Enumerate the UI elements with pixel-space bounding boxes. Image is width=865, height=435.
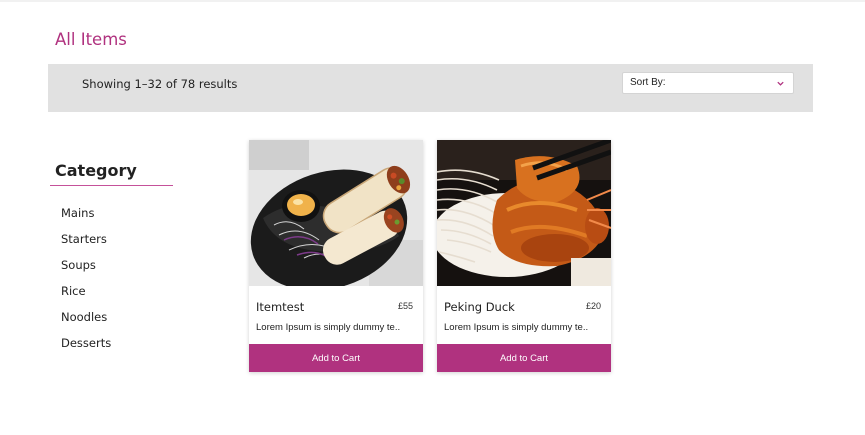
page-title: All Items (55, 30, 127, 49)
product-description: Lorem Ipsum is simply dummy te.. (256, 322, 401, 333)
category-list: Mains Starters Soups Rice Noodles Desser… (61, 205, 111, 361)
product-image-peking-duck[interactable] (437, 140, 611, 286)
category-item-starters[interactable]: Starters (61, 231, 111, 257)
product-price: £55 (397, 301, 413, 311)
results-toolbar: Showing 1–32 of 78 results Sort By: (48, 64, 813, 112)
category-item-rice[interactable]: Rice (61, 283, 111, 309)
sort-label: Sort By: (630, 77, 666, 88)
category-heading: Category (55, 161, 137, 180)
top-divider (0, 0, 865, 2)
product-price: £20 (585, 301, 601, 311)
category-item-noodles[interactable]: Noodles (61, 309, 111, 335)
add-to-cart-button[interactable]: Add to Cart (249, 344, 423, 372)
product-name[interactable]: Itemtest (256, 300, 304, 314)
wrap-with-dip-photo (249, 140, 423, 286)
add-to-cart-button[interactable]: Add to Cart (437, 344, 611, 372)
product-image-wrap[interactable] (249, 140, 423, 286)
product-name[interactable]: Peking Duck (444, 300, 515, 314)
sort-dropdown[interactable]: Sort By: (622, 72, 794, 94)
category-item-mains[interactable]: Mains (61, 205, 111, 231)
chevron-down-icon (777, 81, 784, 86)
results-count: Showing 1–32 of 78 results (82, 77, 238, 91)
product-card-itemtest: Itemtest £55 Lorem Ipsum is simply dummy… (249, 140, 423, 372)
category-item-desserts[interactable]: Desserts (61, 335, 111, 361)
category-underline (50, 185, 173, 186)
product-card-peking-duck: Peking Duck £20 Lorem Ipsum is simply du… (437, 140, 611, 372)
category-item-soups[interactable]: Soups (61, 257, 111, 283)
product-description: Lorem Ipsum is simply dummy te.. (444, 322, 589, 333)
peking-duck-photo (437, 140, 611, 286)
